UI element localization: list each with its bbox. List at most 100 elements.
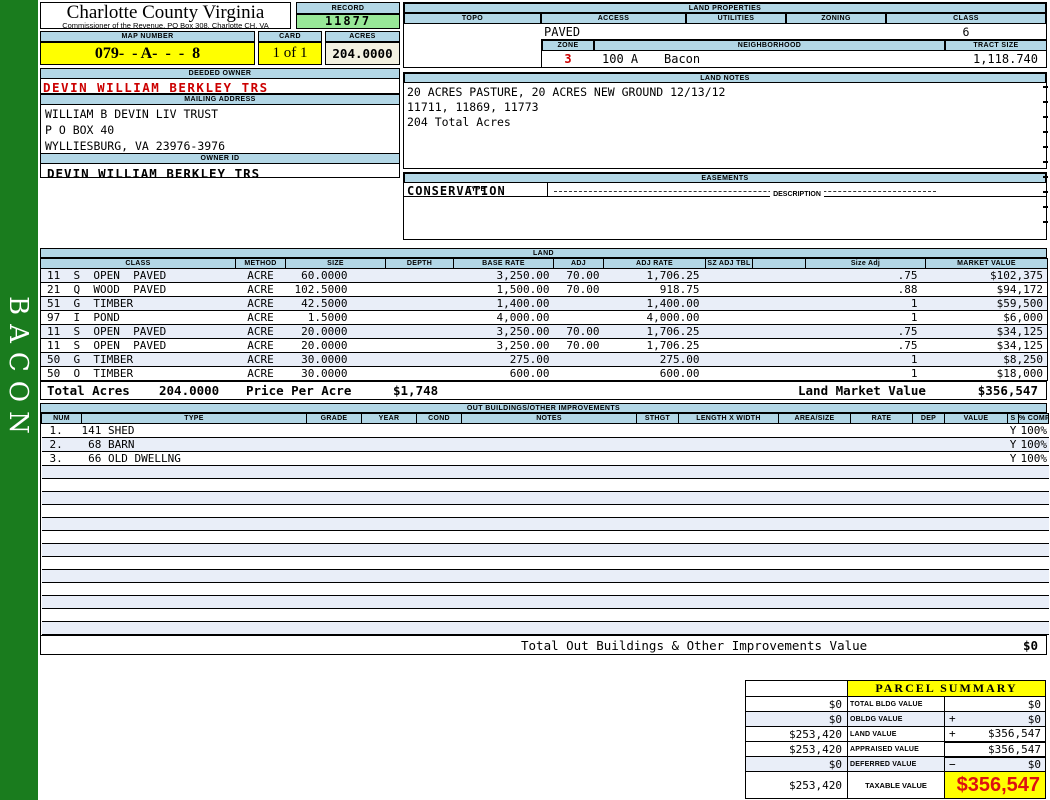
table-cell <box>678 491 779 505</box>
table-cell: ACRE <box>235 338 286 353</box>
topo-label: TOPO <box>404 13 541 24</box>
table-cell <box>752 296 806 311</box>
table-cell <box>306 504 362 518</box>
table-cell <box>778 530 851 544</box>
land-properties-title: LAND PROPERTIES <box>404 3 1046 13</box>
table-cell <box>705 352 753 367</box>
table-cell <box>81 595 307 609</box>
land-row: 11 S OPEN PAVED ACRE 60.0000 3,250.00 70.00 1… <box>40 268 1048 283</box>
table-cell <box>752 310 806 325</box>
table-cell <box>416 569 462 583</box>
table-cell <box>778 491 851 505</box>
table-cell: 20.0000 <box>285 324 386 339</box>
table-cell <box>461 530 637 544</box>
table-cell: 918.75 <box>603 282 706 297</box>
class-value: 6 <box>962 25 970 39</box>
table-cell <box>944 451 1008 466</box>
access-value: PAVED <box>544 25 581 39</box>
table-cell <box>944 504 1008 518</box>
outbuilding-empty-row <box>41 504 1049 518</box>
table-cell <box>416 595 462 609</box>
table-cell: 66 OLD DWELLNG <box>81 451 307 466</box>
table-cell: 2. <box>41 437 82 452</box>
table-cell: 11 S OPEN PAVED <box>40 268 236 283</box>
table-cell <box>912 569 945 583</box>
table-cell: 50 O TIMBER <box>40 366 236 381</box>
mailing-address: WILLIAM B DEVIN LIV TRUST P O BOX 40 WYL… <box>45 107 226 153</box>
owner-section: DEEDED OWNER DEVIN WILLIAM BERKLEY TRS M… <box>40 68 400 181</box>
table-cell: ACRE <box>235 324 286 339</box>
table-cell <box>361 517 417 531</box>
table-cell <box>752 352 806 367</box>
record-box: RECORD 11877 <box>296 2 400 29</box>
map-number-value: 079- - A- - - 8 <box>40 42 255 65</box>
table-cell <box>1007 504 1019 518</box>
column-header: METHOD <box>235 258 286 269</box>
land-notes-text: 20 ACRES PASTURE, 20 ACRES NEW GROUND 12… <box>407 85 726 129</box>
table-cell: 50 G TIMBER <box>40 352 236 367</box>
out-buildings-header-row: NUM TYPE GRADE YEAR COND NOTES STHGT LENGTH X W… <box>41 413 1049 424</box>
table-cell: $6,000 <box>925 310 1048 325</box>
table-cell <box>385 268 454 283</box>
table-cell <box>912 478 945 492</box>
table-cell <box>850 517 913 531</box>
table-cell <box>678 595 779 609</box>
table-cell <box>636 582 679 596</box>
outbuilding-empty-row <box>41 517 1049 531</box>
table-cell <box>361 569 417 583</box>
table-cell <box>41 608 82 622</box>
column-header: DEP <box>912 413 945 424</box>
operator-sign: + <box>949 727 956 740</box>
price-per-acre-label: Price Per Acre <box>246 383 352 398</box>
table-cell <box>306 595 362 609</box>
table-cell: 20.0000 <box>285 338 386 353</box>
utilities-label: UTILITIES <box>686 13 786 24</box>
table-cell: 1.5000 <box>285 310 386 325</box>
table-cell <box>678 437 779 452</box>
land-row: 21 Q WOOD PAVED ACRE 102.5000 1,500.00 70.00… <box>40 282 1048 297</box>
table-cell <box>1018 517 1049 531</box>
table-cell <box>41 517 82 531</box>
table-cell: .75 <box>805 324 926 339</box>
column-header: SIZE <box>285 258 386 269</box>
table-cell <box>361 478 417 492</box>
table-cell <box>385 296 454 311</box>
table-cell <box>41 582 82 596</box>
table-cell <box>678 556 779 570</box>
table-cell <box>81 543 307 557</box>
outbuilding-empty-row <box>41 491 1049 505</box>
table-cell: 1,706.25 <box>603 268 706 283</box>
table-cell <box>81 465 307 479</box>
land-row: 11 S OPEN PAVED ACRE 20.0000 3,250.00 70.00 1… <box>40 324 1048 339</box>
table-cell: $102,375 <box>925 268 1048 283</box>
table-cell <box>850 491 913 505</box>
table-cell <box>41 465 82 479</box>
table-cell <box>944 556 1008 570</box>
parcel-summary-table: PARCEL SUMMARY $0 TOTAL BLDG VALUE $0 $0 OBL… <box>745 680 1047 799</box>
table-cell <box>361 504 417 518</box>
table-cell <box>461 451 637 466</box>
table-cell <box>850 543 913 557</box>
table-cell <box>678 517 779 531</box>
outbuilding-row: 2. 68 BARN Y 100% <box>41 437 1049 452</box>
table-cell <box>361 465 417 479</box>
table-cell <box>416 556 462 570</box>
edge-tick-marks <box>1043 86 1048 236</box>
table-cell <box>944 423 1008 438</box>
table-cell: ACRE <box>235 296 286 311</box>
table-cell <box>944 517 1008 531</box>
table-cell <box>752 366 806 381</box>
table-cell <box>81 608 307 622</box>
deeded-owner-label: DEEDED OWNER <box>40 68 400 79</box>
easements-title: EASEMENTS <box>404 173 1046 183</box>
table-cell <box>850 423 913 438</box>
land-totals-row: Total Acres 204.0000 Price Per Acre $1,7… <box>40 381 1047 400</box>
table-cell <box>705 268 753 283</box>
table-cell <box>306 423 362 438</box>
table-cell <box>1007 569 1019 583</box>
table-cell <box>385 366 454 381</box>
table-cell <box>416 478 462 492</box>
table-cell: ACRE <box>235 268 286 283</box>
table-cell <box>944 569 1008 583</box>
land-row: 50 G TIMBER ACRE 30.0000 275.00 275.00 1 $8,25… <box>40 352 1048 367</box>
